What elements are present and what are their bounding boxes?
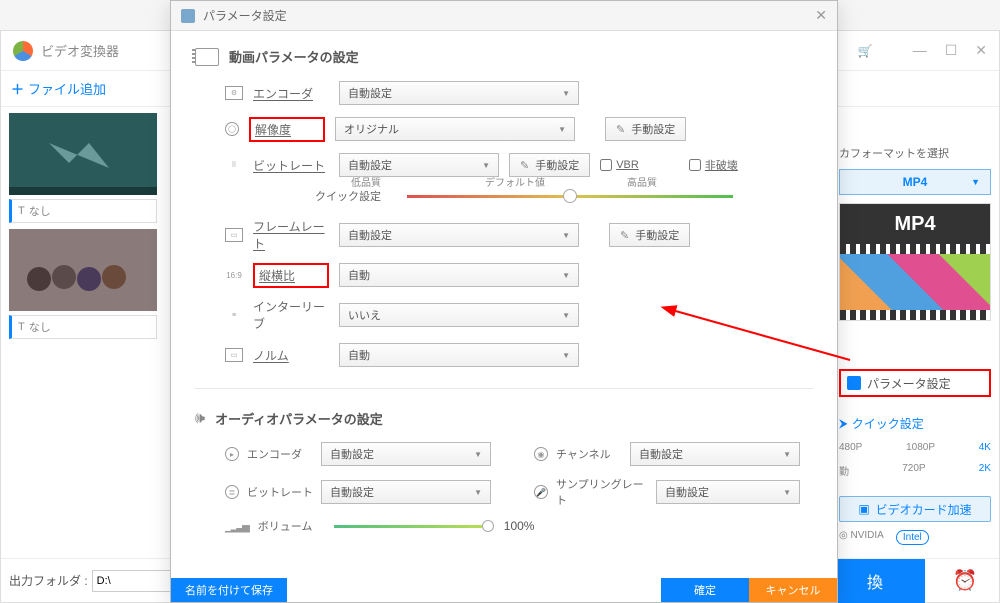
output-folder-input[interactable]	[92, 570, 172, 592]
quick-label: クイック設定	[315, 188, 381, 204]
audio-encoder-select[interactable]: 自動設定	[321, 442, 491, 466]
film-icon	[195, 48, 219, 66]
volume-value: 100%	[504, 519, 535, 533]
framerate-label: フレームレート	[253, 218, 329, 252]
audio-encoder-label: エンコーダ	[247, 446, 313, 462]
channel-label: チャンネル	[556, 446, 622, 462]
quality-slider[interactable]: クイック設定 低品質 デフォルト値 高品質	[195, 188, 813, 204]
thumbnail-icon	[9, 229, 157, 311]
minimize-button[interactable]: —	[913, 42, 927, 59]
app-logo-icon	[13, 41, 33, 61]
add-file-button[interactable]: ＋ ファイル追加	[11, 79, 106, 98]
file-list-panel: Tなし Tなし	[1, 107, 161, 339]
settings-icon	[181, 9, 195, 23]
lightning-icon: ⮞	[839, 416, 848, 431]
nvidia-logo-icon: ◎ NVIDIA	[839, 530, 884, 545]
dialog-titlebar: パラメータ設定 ✕	[171, 1, 837, 31]
pencil-icon	[620, 229, 629, 242]
aspect-icon: 16:9	[225, 268, 243, 282]
audio-bitrate-label: ビットレート	[247, 484, 313, 500]
norm-icon: ▭	[225, 348, 243, 362]
convert-button[interactable]: 換	[825, 559, 925, 603]
bitrate-label: ビットレート	[253, 157, 329, 174]
channel-icon: ◉	[534, 447, 548, 461]
volume-bars-icon	[225, 519, 248, 533]
encoder-icon: ▸	[225, 447, 239, 461]
bitrate-icon: ⠿	[225, 158, 243, 172]
speaker-icon: 🕪	[195, 410, 205, 428]
interleave-label: インターリーブ	[253, 298, 329, 332]
audio-section-title: オーディオパラメータの設定	[215, 409, 383, 428]
gpu-accel-button[interactable]: ▣ ビデオカード加速	[839, 496, 991, 522]
file-item[interactable]: Tなし	[9, 229, 153, 339]
manual-resolution-button[interactable]: 手動設定	[605, 117, 686, 141]
encoder-label: エンコーダ	[253, 85, 329, 102]
output-folder-label: 出力フォルダ :	[9, 572, 88, 589]
dialog-footer: 名前を付けて保存 確定 キャンセル	[171, 578, 837, 602]
file-subtitle-label[interactable]: Tなし	[9, 315, 157, 339]
resolution-select[interactable]: オリジナル	[335, 117, 575, 141]
resolution-label: 解像度	[249, 117, 325, 142]
volume-slider[interactable]	[334, 525, 494, 528]
video-section-title: 動画パラメータの設定	[229, 47, 359, 66]
bitrate-icon: ≣	[225, 485, 239, 499]
quick-settings-button[interactable]: ⮞ クイック設定	[839, 415, 991, 432]
settings-icon	[847, 376, 861, 390]
schedule-button[interactable]: ⏰	[943, 559, 987, 603]
microphone-icon: 🎤	[534, 485, 548, 499]
interleave-icon: ≡	[225, 308, 243, 322]
format-title: カフォーマットを選択	[839, 145, 991, 161]
close-button[interactable]: ✕	[975, 42, 987, 59]
save-as-button[interactable]: 名前を付けて保存	[171, 578, 287, 602]
norm-label: ノルム	[253, 347, 329, 364]
close-icon[interactable]: ✕	[815, 7, 827, 24]
lossless-checkbox[interactable]: 非破壊	[689, 157, 738, 173]
resolution-row[interactable]: 480P1080P4K	[839, 442, 991, 453]
video-encoder-select[interactable]: 自動設定	[339, 81, 579, 105]
resolution-row[interactable]: 勤720P2K	[839, 463, 991, 478]
manual-framerate-button[interactable]: 手動設定	[609, 223, 690, 247]
gpu-logos: ◎ NVIDIA Intel	[839, 530, 991, 545]
cancel-button[interactable]: キャンセル	[749, 578, 837, 602]
channel-select[interactable]: 自動設定	[630, 442, 800, 466]
format-preview: MP4	[839, 203, 991, 321]
samplerate-select[interactable]: 自動設定	[656, 480, 800, 504]
audio-section-header: 🕪 オーディオパラメータの設定	[195, 409, 813, 428]
framerate-select[interactable]: 自動設定	[339, 223, 579, 247]
maximize-button[interactable]: ☐	[945, 42, 958, 59]
add-file-label: ファイル追加	[28, 79, 106, 98]
file-item[interactable]: Tなし	[9, 113, 153, 223]
format-select[interactable]: MP4	[839, 169, 991, 195]
pencil-icon	[616, 123, 625, 136]
dialog-title: パラメータ設定	[203, 7, 815, 24]
thumbnail-icon	[9, 113, 157, 195]
chip-icon: ▣	[858, 502, 869, 516]
norm-select[interactable]: 自動	[339, 343, 579, 367]
volume-label: ボリューム	[258, 518, 324, 534]
aspect-label: 縦横比	[253, 263, 329, 288]
right-panel: カフォーマットを選択 MP4 MP4 パラメータ設定 ⮞ クイック設定 480P…	[831, 107, 999, 545]
param-link-label: パラメータ設定	[867, 375, 951, 392]
samplerate-label: サンプリングレート	[556, 476, 648, 508]
pencil-icon	[520, 159, 529, 172]
mp4-badge: MP4	[840, 204, 990, 244]
parameter-settings-link[interactable]: パラメータ設定	[839, 369, 991, 397]
intel-logo-icon: Intel	[896, 530, 929, 545]
resolution-icon: ◯	[225, 122, 239, 136]
file-subtitle-label[interactable]: Tなし	[9, 199, 157, 223]
volume-row: ボリューム 100%	[195, 518, 813, 534]
slider-handle[interactable]	[482, 520, 494, 532]
plus-icon: ＋	[11, 79, 24, 98]
cart-icon[interactable]: 🛒	[858, 44, 873, 58]
slider-handle[interactable]	[563, 189, 577, 203]
gear-icon: ⚙	[225, 86, 243, 100]
ok-button[interactable]: 確定	[661, 578, 749, 602]
aspect-select[interactable]: 自動	[339, 263, 579, 287]
audio-bitrate-select[interactable]: 自動設定	[321, 480, 491, 504]
vbr-checkbox[interactable]: VBR	[600, 159, 639, 171]
interleave-select[interactable]: いいえ	[339, 303, 579, 327]
parameter-settings-dialog: パラメータ設定 ✕ 動画パラメータの設定 ⚙ エンコーダ 自動設定 ◯ 解像度 …	[170, 0, 838, 603]
video-section-header: 動画パラメータの設定	[195, 47, 813, 66]
framerate-icon: ▭	[225, 228, 243, 242]
